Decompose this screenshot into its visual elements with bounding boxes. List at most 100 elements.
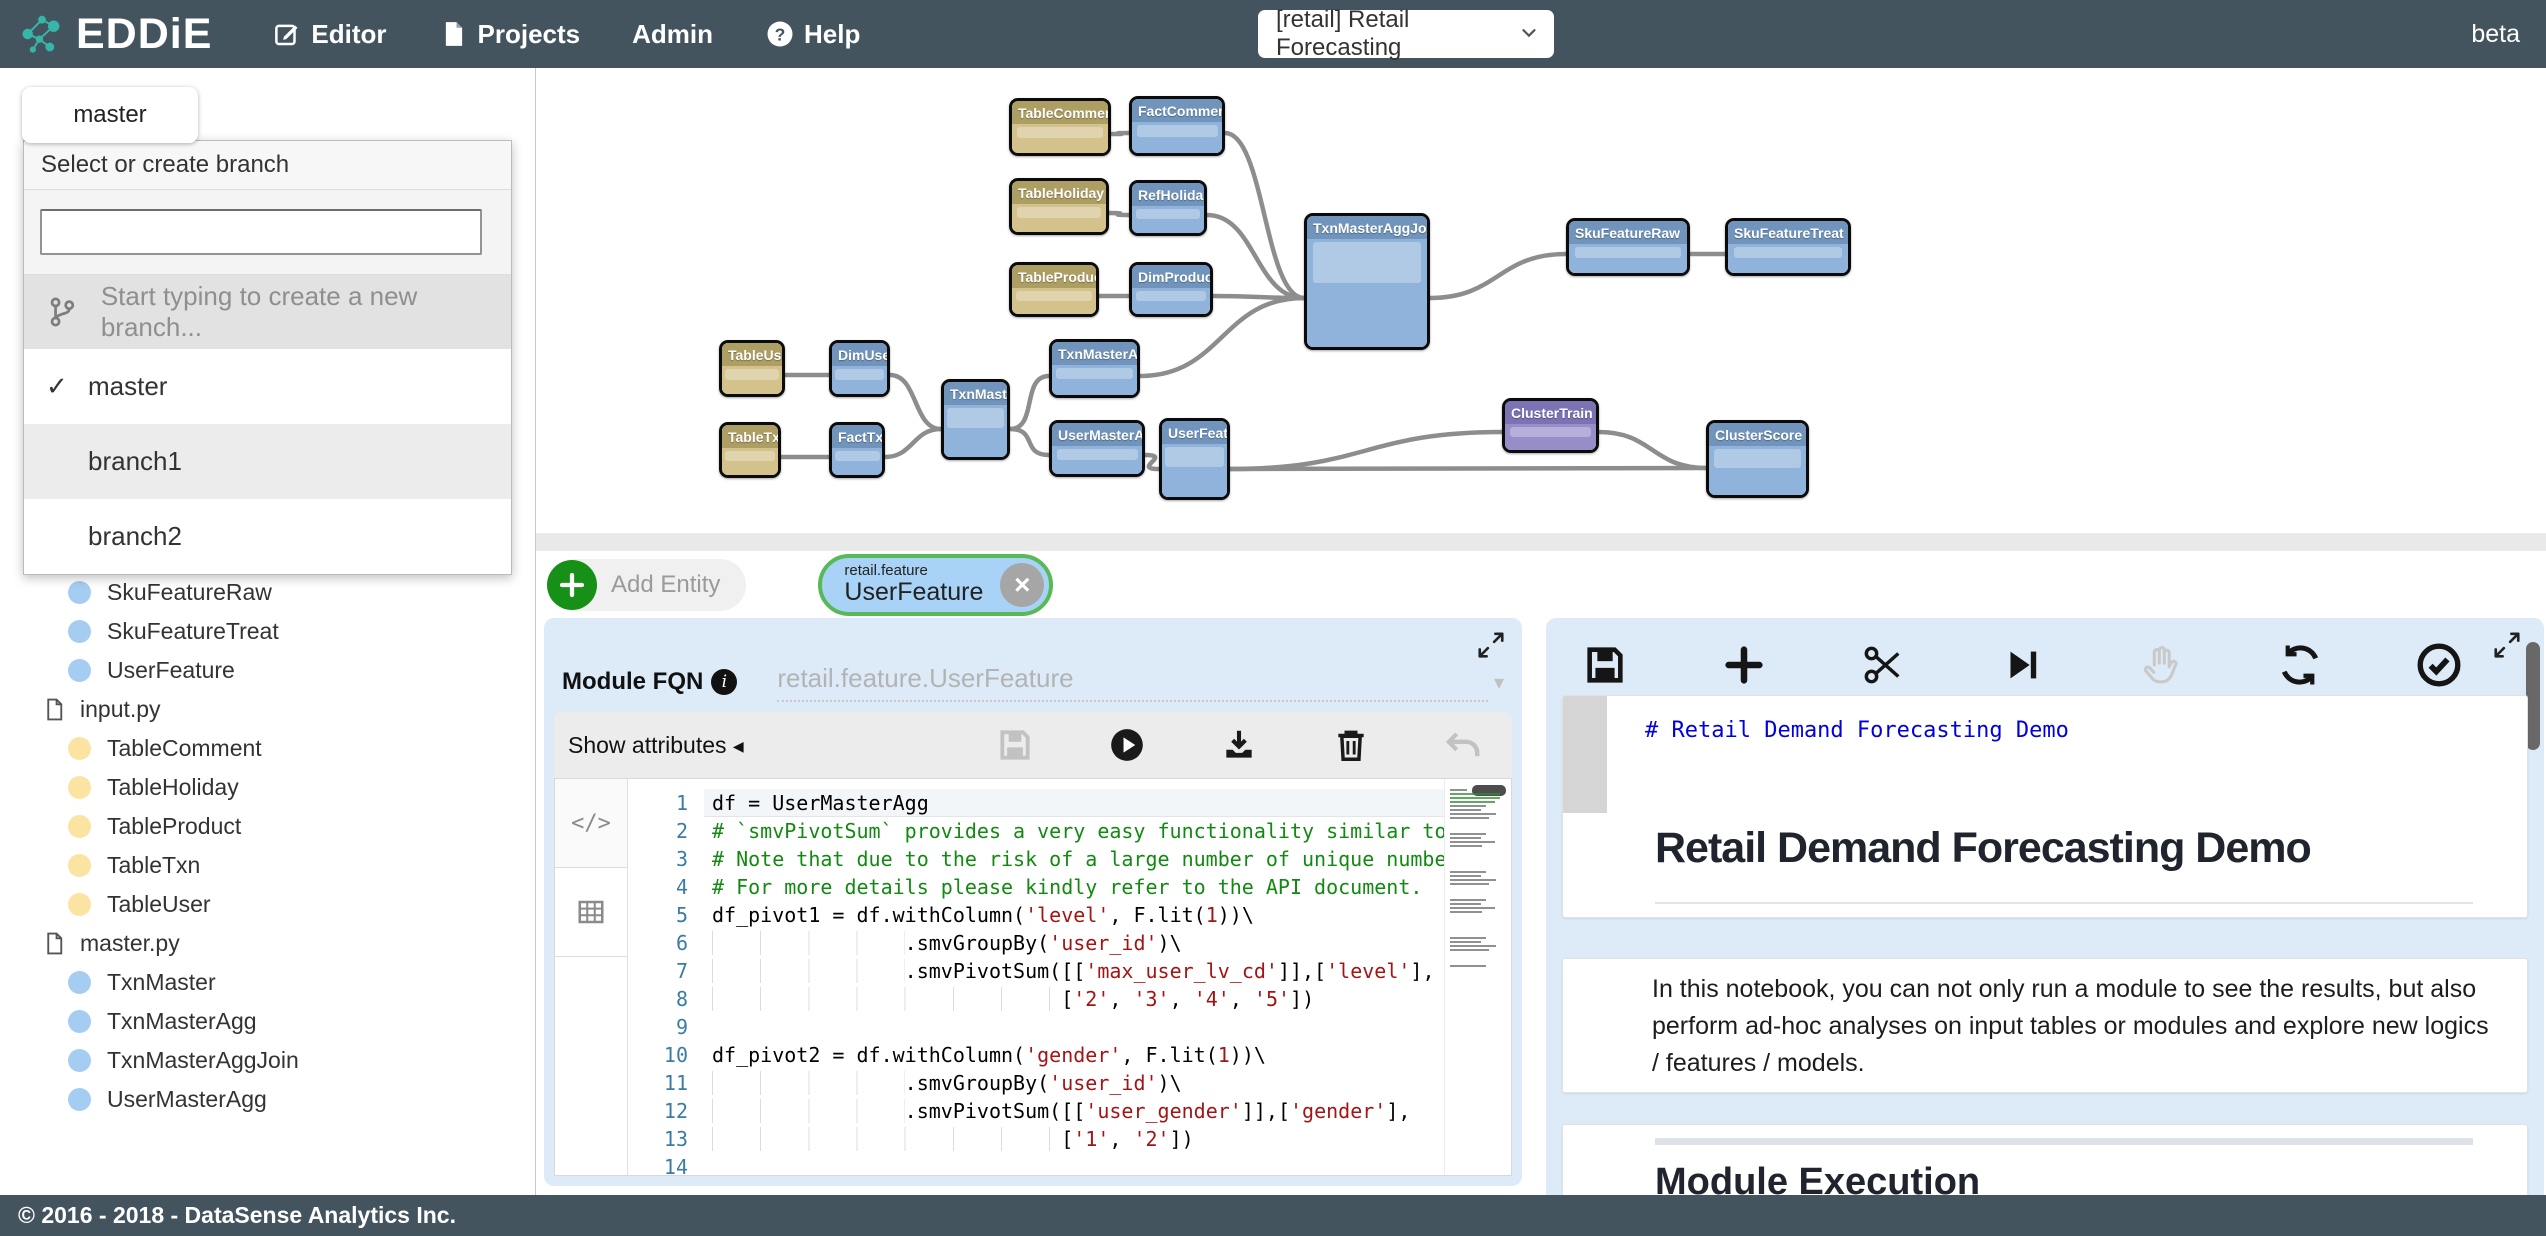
- graph-node-factcomment[interactable]: FactComment: [1129, 96, 1225, 156]
- graph-node-clusterscore[interactable]: ClusterScore: [1706, 420, 1809, 498]
- graph-node-dimproduct[interactable]: DimProduct: [1129, 262, 1213, 317]
- code-line-10: df_pivot2 = df.withColumn('gender', F.li…: [704, 1041, 1444, 1069]
- notebook-scrollbar-thumb[interactable]: [2526, 642, 2540, 750]
- graph-node-txnmasteraggjoin[interactable]: TxnMasterAggJoin: [1304, 213, 1430, 350]
- tree-item-txnmaster[interactable]: TxnMaster: [0, 963, 520, 1002]
- graph-node-txnmaster[interactable]: TxnMaster: [941, 379, 1010, 460]
- branch-option-label: branch2: [88, 521, 182, 552]
- yellow-module-dot-icon: [68, 815, 91, 838]
- graph-node-label: TxnMasterAggJoin: [1307, 216, 1427, 239]
- tree-item-label: UserMasterAgg: [107, 1086, 267, 1113]
- validate-icon[interactable]: [2416, 642, 2462, 688]
- tree-item-master-py[interactable]: master.py: [0, 924, 520, 963]
- graph-node-body: [1307, 239, 1427, 347]
- notebook-cell-module-execution[interactable]: Module Execution: [1562, 1124, 2528, 1195]
- tree-item-skufeatureraw[interactable]: SkuFeatureRaw: [0, 573, 520, 612]
- tree-item-label: TxnMasterAggJoin: [107, 1047, 299, 1074]
- graph-node-dimuser[interactable]: DimUser: [829, 340, 890, 397]
- graph-node-usermasteragg[interactable]: UserMasterAgg: [1049, 420, 1145, 477]
- add-cell-icon[interactable]: [1721, 642, 1767, 688]
- close-icon[interactable]: ×: [1000, 563, 1044, 607]
- notebook-cell-description[interactable]: In this notebook, you can not only run a…: [1562, 958, 2528, 1093]
- download-icon[interactable]: [1220, 726, 1258, 764]
- tree-item-txnmasteragg[interactable]: TxnMasterAgg: [0, 1002, 520, 1041]
- code-view-icon[interactable]: </>: [555, 779, 627, 868]
- graph-node-tablecomment[interactable]: TableComment: [1009, 98, 1111, 156]
- save-icon[interactable]: [996, 726, 1034, 764]
- nav-item-editor[interactable]: Editor: [272, 19, 386, 50]
- code-minimap[interactable]: [1444, 779, 1511, 1175]
- minimap-line: [1450, 797, 1500, 799]
- graph-node-skufeaturetreat[interactable]: SkuFeatureTreat: [1725, 218, 1851, 276]
- tree-item-tableproduct[interactable]: TableProduct: [0, 807, 520, 846]
- tree-item-tablecomment[interactable]: TableComment: [0, 729, 520, 768]
- branch-option-branch1[interactable]: branch1: [24, 424, 511, 499]
- info-icon[interactable]: i: [711, 669, 737, 695]
- tree-item-txnmasteraggjoin[interactable]: TxnMasterAggJoin: [0, 1041, 520, 1080]
- nav-item-help[interactable]: ?Help: [765, 19, 860, 50]
- graph-node-tableproduct[interactable]: TableProduct: [1009, 262, 1099, 317]
- graph-horizontal-scrollbar[interactable]: [536, 533, 2546, 551]
- tree-item-tabletxn[interactable]: TableTxn: [0, 846, 520, 885]
- code-line-3: # Note that due to the risk of a large n…: [704, 845, 1444, 873]
- branch-create-hint[interactable]: Start typing to create a new branch...: [24, 275, 511, 349]
- tree-item-label: input.py: [80, 696, 161, 723]
- branch-create-placeholder: Start typing to create a new branch...: [101, 281, 511, 343]
- module-fqn-value[interactable]: retail.feature.UserFeature: [777, 663, 1488, 702]
- graph-node-refholiday[interactable]: RefHoliday: [1129, 180, 1207, 236]
- caret-down-icon[interactable]: ▾: [1494, 670, 1504, 695]
- tree-item-skufeaturetreat[interactable]: SkuFeatureTreat: [0, 612, 520, 651]
- code-area[interactable]: df = UserMasterAgg# `smvPivotSum` provid…: [704, 779, 1444, 1175]
- edge-TableHoliday-to-RefHoliday: [1109, 213, 1129, 215]
- main-area: TableComment FactComment TableHoliday RefHo…: [536, 68, 2546, 1195]
- graph-node-tabletxn[interactable]: TableTxn: [719, 422, 781, 478]
- save-notebook-icon[interactable]: [1582, 642, 1628, 688]
- undo-icon[interactable]: [1444, 726, 1482, 764]
- graph-node-tableuser[interactable]: TableUser: [719, 340, 785, 397]
- cut-cell-icon[interactable]: [1860, 642, 1906, 688]
- app-logo[interactable]: EDDiE: [76, 10, 212, 59]
- tree-item-tableuser[interactable]: TableUser: [0, 885, 520, 924]
- graph-node-skufeatureraw[interactable]: SkuFeatureRaw: [1566, 218, 1690, 276]
- branch-option-master[interactable]: ✓master: [24, 349, 511, 424]
- table-view-icon[interactable]: [555, 868, 627, 957]
- line-number: 10: [628, 1041, 704, 1069]
- restart-kernel-icon[interactable]: [2277, 642, 2323, 688]
- pipeline-graph[interactable]: TableComment FactComment TableHoliday RefHo…: [536, 68, 2546, 533]
- nav-item-projects[interactable]: Projects: [439, 19, 581, 50]
- graph-node-txnmasteragg[interactable]: TxnMasterAgg: [1049, 339, 1140, 398]
- project-selector-dropdown[interactable]: [retail] Retail Forecasting: [1258, 10, 1554, 58]
- heading-divider: [1655, 902, 2473, 904]
- graph-node-facttxn[interactable]: FactTxn: [829, 422, 885, 478]
- expand-icon[interactable]: [2492, 630, 2522, 660]
- minimap-gap: [1445, 887, 1511, 897]
- cell-source-code[interactable]: # Retail Demand Forecasting Demo: [1645, 718, 2069, 743]
- branch-input[interactable]: [40, 209, 482, 255]
- show-attributes-toggle[interactable]: Show attributes ◀: [568, 732, 744, 759]
- run-cell-icon[interactable]: [1999, 642, 2045, 688]
- tree-item-usermasteragg[interactable]: UserMasterAgg: [0, 1080, 520, 1119]
- expand-icon[interactable]: [1476, 630, 1506, 660]
- entity-tab-userfeature[interactable]: retail.feature UserFeature ×: [818, 554, 1053, 616]
- delete-icon[interactable]: [1332, 726, 1370, 764]
- minimap-line: [1450, 965, 1486, 967]
- graph-node-body: [1052, 446, 1142, 474]
- add-entity-button[interactable]: Add Entity: [549, 559, 746, 611]
- nav-item-admin[interactable]: Admin: [632, 19, 713, 50]
- notebook-cell-markdown-title[interactable]: # Retail Demand Forecasting Demo Retail …: [1562, 695, 2528, 918]
- minimap-line: [1450, 813, 1496, 815]
- graph-node-clustertrain[interactable]: ClusterTrain: [1502, 398, 1599, 453]
- nav-item-label: Admin: [632, 19, 713, 50]
- code-editor[interactable]: </> 1234567891011121314 df = UserMasterA…: [554, 778, 1512, 1176]
- run-icon[interactable]: [1108, 726, 1146, 764]
- nav-item-label: Projects: [478, 19, 581, 50]
- tree-item-userfeature[interactable]: UserFeature: [0, 651, 520, 690]
- tree-item-input-py[interactable]: input.py: [0, 690, 520, 729]
- branch-tab[interactable]: master: [22, 87, 198, 143]
- branch-option-branch2[interactable]: branch2: [24, 499, 511, 574]
- minimap-line: [1450, 879, 1496, 881]
- tree-item-tableholiday[interactable]: TableHoliday: [0, 768, 520, 807]
- graph-node-tableholiday[interactable]: TableHoliday: [1009, 178, 1109, 235]
- interrupt-icon[interactable]: [2138, 642, 2184, 688]
- graph-node-userfeature[interactable]: UserFeature: [1159, 418, 1230, 500]
